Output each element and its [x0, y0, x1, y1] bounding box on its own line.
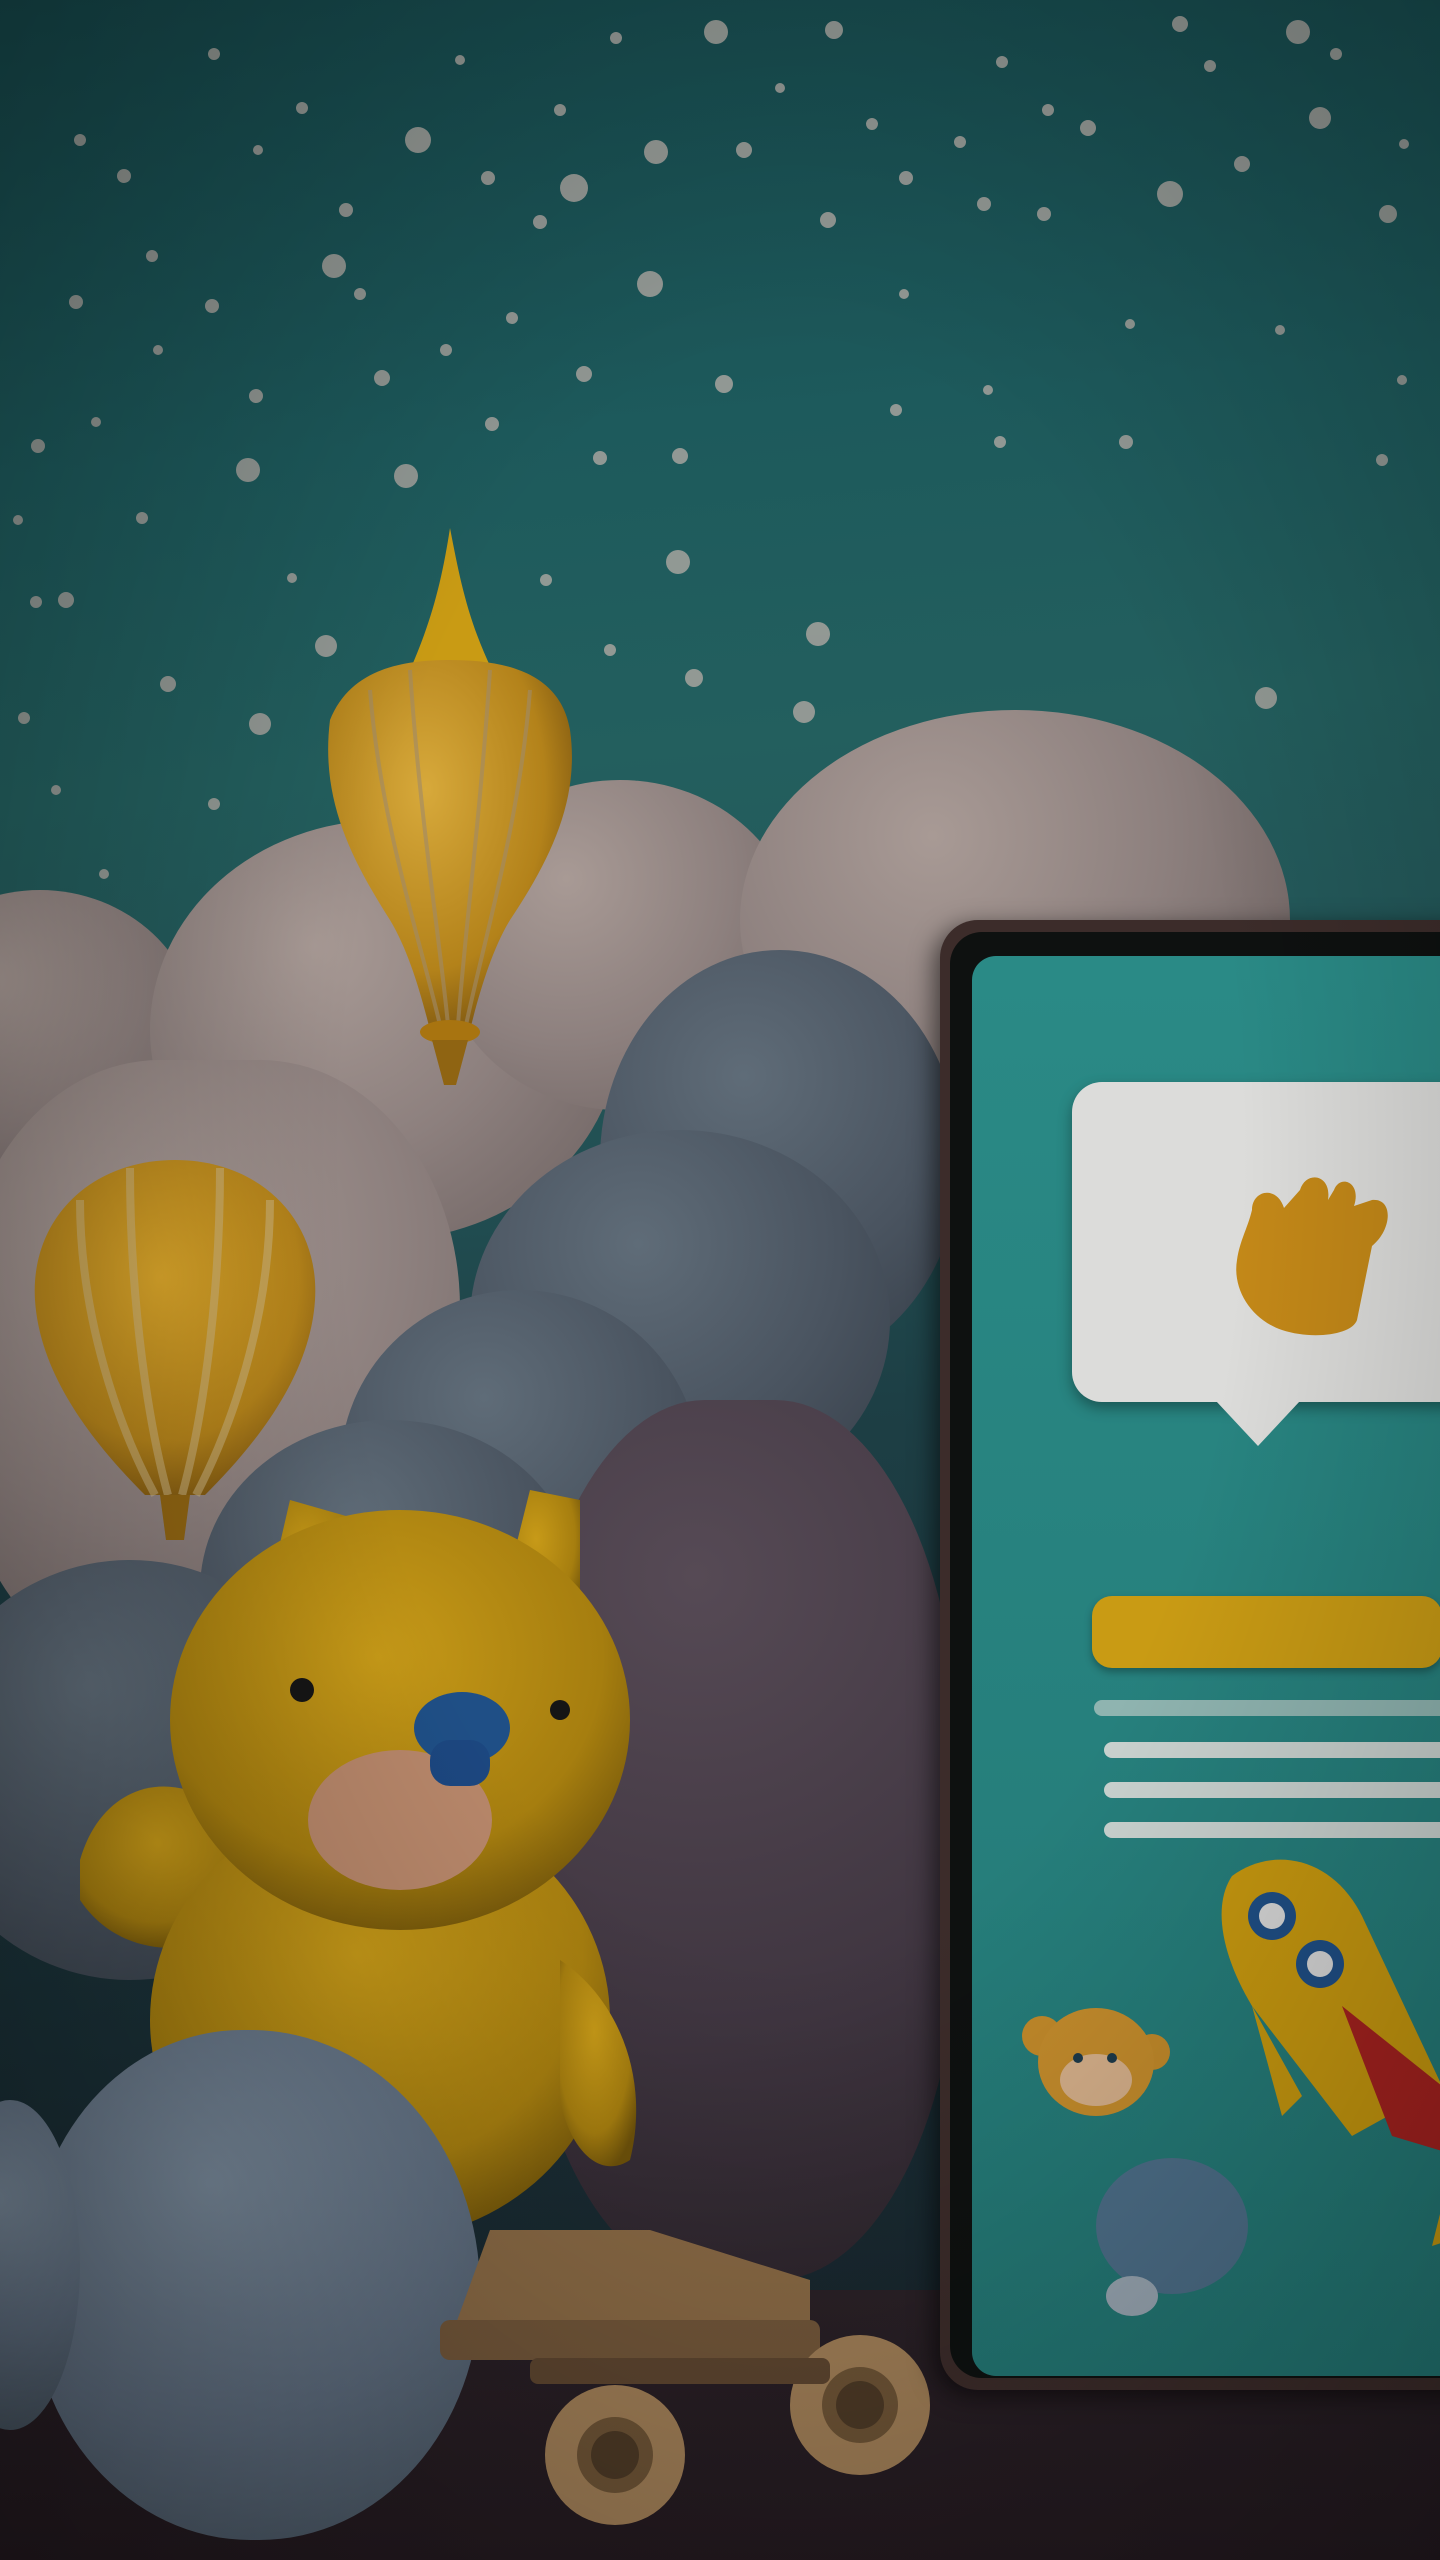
illustration-scene [0, 0, 1440, 2560]
content-text-line [1104, 1742, 1440, 1758]
hot-air-balloon-icon [328, 528, 572, 1085]
rocket-icon [1221, 1859, 1440, 2246]
phone-screen [972, 956, 1440, 2376]
wooden-cart-icon [440, 2230, 930, 2525]
smartphone-icon [940, 920, 1440, 2390]
monkey-face-icon [1022, 2008, 1170, 2116]
content-title-bar [1092, 1596, 1440, 1668]
phone-bezel [950, 932, 1440, 2378]
speech-bubble-tail [1202, 1386, 1314, 1446]
content-text-line [1094, 1700, 1440, 1716]
waving-hand-icon [1236, 1177, 1388, 1336]
speech-bubble [1072, 1082, 1440, 1402]
content-text-line [1104, 1782, 1440, 1798]
